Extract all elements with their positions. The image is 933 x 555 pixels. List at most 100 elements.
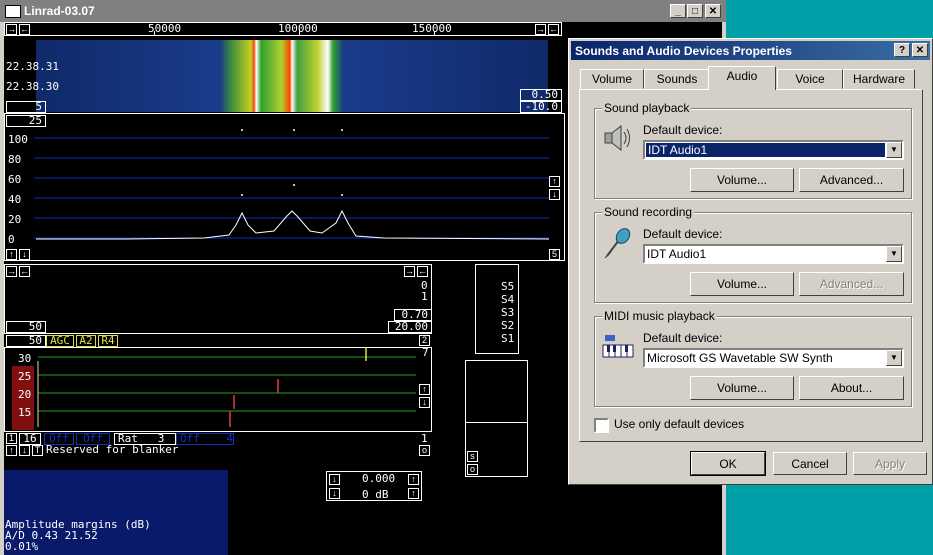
s-meter-s3: S3 bbox=[501, 306, 515, 319]
apply-button[interactable]: Apply bbox=[853, 452, 927, 475]
waterfall-display[interactable] bbox=[36, 40, 548, 112]
keyboard-icon bbox=[602, 335, 634, 358]
spectrum-up-arrow-2[interactable]: ↑ bbox=[6, 249, 17, 260]
spectrum-value-box[interactable]: 5 bbox=[549, 249, 560, 260]
minimize-button[interactable]: _ bbox=[670, 4, 686, 18]
cancel-button[interactable]: Cancel bbox=[773, 452, 847, 475]
status-off-3-label: Off bbox=[180, 432, 200, 445]
agc-down-arrow[interactable]: ↓ bbox=[419, 397, 430, 408]
freq-tick-50000: 50000 bbox=[148, 22, 182, 35]
blanker-up-arrow[interactable]: ↑ bbox=[6, 445, 17, 456]
spectrum-up-arrow[interactable]: ↑ bbox=[549, 176, 560, 187]
ok-button[interactable]: OK bbox=[690, 451, 766, 476]
baseband-right-arrow[interactable]: → bbox=[6, 266, 17, 277]
agc-y-20: 20 bbox=[18, 388, 32, 401]
dialog-close-button[interactable]: ✕ bbox=[912, 43, 928, 57]
midi-playback-title: MIDI music playback bbox=[602, 309, 717, 323]
help-button[interactable]: ? bbox=[894, 43, 910, 57]
spectrum-y-100: 100 bbox=[8, 133, 28, 146]
blanker-label: Reserved for blanker bbox=[46, 443, 179, 456]
linrad-title: Linrad-03.07 bbox=[24, 4, 95, 18]
readout1-down-arrow[interactable]: ↓ bbox=[329, 474, 340, 485]
a2-button[interactable]: A2 bbox=[76, 335, 96, 347]
playback-default-label: Default device: bbox=[643, 123, 723, 137]
recording-device-select[interactable]: IDT Audio1 ▼ bbox=[643, 244, 904, 264]
audio-tab-panel: Sound playback Default device: IDT Audio… bbox=[579, 89, 923, 442]
tab-audio[interactable]: Audio bbox=[708, 66, 776, 90]
chevron-down-icon[interactable]: ▼ bbox=[886, 246, 902, 262]
agc-y-15: 15 bbox=[18, 406, 32, 419]
r4-button[interactable]: R4 bbox=[98, 335, 118, 347]
recording-volume-button[interactable]: Volume... bbox=[690, 272, 794, 296]
recording-advanced-button[interactable]: Advanced... bbox=[799, 272, 904, 296]
use-default-devices-label: Use only default devices bbox=[614, 417, 745, 431]
agc-left-value[interactable]: 50 bbox=[6, 335, 46, 347]
readout2-up-arrow[interactable]: ↑ bbox=[408, 488, 419, 499]
playback-advanced-button[interactable]: Advanced... bbox=[799, 168, 904, 192]
midi-volume-button[interactable]: Volume... bbox=[690, 376, 794, 400]
status-box-16[interactable]: 16 bbox=[19, 433, 41, 445]
blanker-o-button[interactable]: o bbox=[419, 445, 430, 456]
readout1-value: 0.000 bbox=[362, 472, 396, 485]
scope-s-button[interactable]: s bbox=[467, 451, 478, 462]
scale-right-arrow[interactable]: → bbox=[535, 24, 546, 35]
waterfall-zero-value[interactable]: -10.0 bbox=[520, 101, 562, 113]
agc-graph bbox=[37, 347, 416, 427]
recording-device-value: IDT Audio1 bbox=[647, 247, 707, 261]
playback-volume-button[interactable]: Volume... bbox=[690, 168, 794, 192]
scope-o-button[interactable]: o bbox=[467, 464, 478, 475]
close-button[interactable]: ✕ bbox=[705, 4, 721, 18]
spectrum-y-40: 40 bbox=[8, 193, 22, 206]
waterfall-avg-value[interactable]: 5 bbox=[6, 101, 46, 113]
chevron-down-icon[interactable]: ▼ bbox=[886, 142, 902, 158]
tab-volume[interactable]: Volume bbox=[580, 69, 644, 89]
tab-sounds[interactable]: Sounds bbox=[644, 69, 710, 89]
status-box-1[interactable]: 1 bbox=[6, 433, 17, 444]
readout2-down-arrow[interactable]: ↓ bbox=[329, 488, 340, 499]
midi-about-button[interactable]: About... bbox=[799, 376, 904, 400]
dialog-title-bar[interactable]: Sounds and Audio Devices Properties ? ✕ bbox=[571, 41, 930, 60]
sound-playback-title: Sound playback bbox=[602, 101, 692, 115]
sound-recording-group: Sound recording Default device: IDT Audi… bbox=[594, 205, 912, 303]
spectrum-y-0: 0 bbox=[8, 233, 15, 246]
agc-y-25: 25 bbox=[18, 370, 32, 383]
linrad-title-bar[interactable]: Linrad-03.07 _ □ ✕ bbox=[0, 0, 726, 22]
baseband-value-bottom[interactable]: 20.00 bbox=[388, 321, 432, 333]
maximize-button[interactable]: □ bbox=[687, 4, 703, 18]
chevron-down-icon[interactable]: ▼ bbox=[886, 350, 902, 366]
status-right-value: 1 bbox=[421, 432, 428, 445]
readout1-up-arrow[interactable]: ↑ bbox=[408, 474, 419, 485]
sound-recording-title: Sound recording bbox=[602, 205, 695, 219]
baseband-left-value[interactable]: 50 bbox=[6, 321, 46, 333]
scale-left-arrow[interactable]: → bbox=[6, 24, 17, 35]
scale-left-arrow-2[interactable]: ← bbox=[19, 24, 30, 35]
midi-device-value: Microsoft GS Wavetable SW Synth bbox=[647, 351, 833, 365]
amplitude-percent: 0.01% bbox=[5, 540, 39, 553]
baseband-left-arrow[interactable]: ← bbox=[19, 266, 30, 277]
tab-hardware[interactable]: Hardware bbox=[843, 69, 915, 89]
tab-voice[interactable]: Voice bbox=[777, 69, 843, 89]
freq-tick-100000: 100000 bbox=[278, 22, 318, 35]
blanker-down-arrow[interactable]: ↓ bbox=[19, 445, 30, 456]
midi-default-label: Default device: bbox=[643, 331, 723, 345]
scale-right-arrow-2[interactable]: ← bbox=[548, 24, 559, 35]
midi-playback-group: MIDI music playback Default device: Micr… bbox=[594, 309, 912, 407]
spectrum-down-arrow-2[interactable]: ↓ bbox=[19, 249, 30, 260]
agc-y-30: 30 bbox=[18, 352, 32, 365]
playback-device-select[interactable]: IDT Audio1 ▼ bbox=[643, 140, 904, 160]
blanker-t-button[interactable]: T bbox=[32, 445, 43, 456]
dialog-title: Sounds and Audio Devices Properties bbox=[575, 44, 792, 58]
spectrum-down-arrow[interactable]: ↓ bbox=[549, 189, 560, 200]
agc-right-value[interactable]: 2 bbox=[419, 335, 430, 346]
baseband-left-arrow-2[interactable]: ← bbox=[417, 266, 428, 277]
s-meter-s1: S1 bbox=[501, 332, 515, 345]
status-off-3[interactable]: Off 4 bbox=[176, 433, 234, 445]
agc-up-arrow[interactable]: ↑ bbox=[419, 384, 430, 395]
midi-device-select[interactable]: Microsoft GS Wavetable SW Synth ▼ bbox=[643, 348, 904, 368]
baseband-right-arrow-2[interactable]: → bbox=[404, 266, 415, 277]
use-default-devices-checkbox[interactable] bbox=[594, 418, 609, 433]
sounds-audio-dialog: Sounds and Audio Devices Properties ? ✕ … bbox=[568, 38, 933, 485]
baseband-panel bbox=[4, 264, 432, 334]
agc-button[interactable]: AGC bbox=[46, 335, 74, 347]
waterfall-time-2: 22.38.30 bbox=[6, 80, 59, 93]
